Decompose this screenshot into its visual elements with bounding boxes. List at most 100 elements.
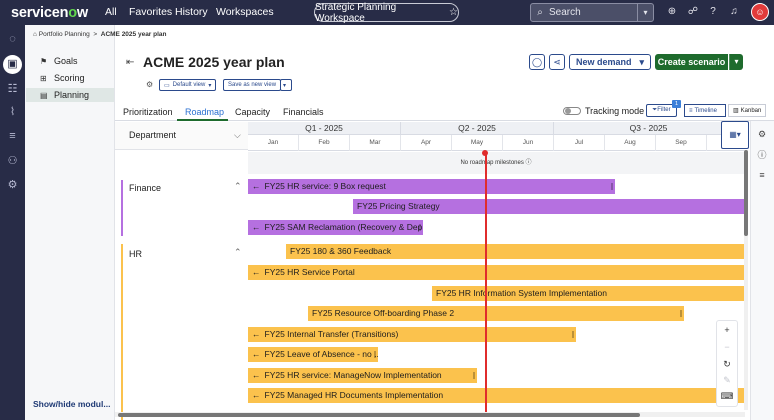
help-icon[interactable]: ? <box>707 6 719 18</box>
default-view-dropdown[interactable]: ▭ Default view ▾ <box>159 79 217 91</box>
tab-capacity[interactable]: Capacity <box>235 107 270 117</box>
chat-icon[interactable]: ☍ <box>687 6 699 18</box>
tab-roadmap[interactable]: Roadmap <box>185 107 224 117</box>
roadmap-bar[interactable]: FY25 Pricing Strategy <box>353 199 744 214</box>
timeline-view-button[interactable]: ≡ Timeline <box>684 104 726 117</box>
new-demand-label: New demand <box>575 57 632 67</box>
finance-group-stripe <box>121 180 123 236</box>
show-hide-modules-link[interactable]: Show/hide modul... <box>33 399 110 409</box>
menu-icon[interactable]: ≡ <box>757 170 767 180</box>
kanban-view-button[interactable]: ▥ Kanban <box>728 104 766 117</box>
arrow-left-icon: ← <box>252 370 261 380</box>
roadmap-bar[interactable]: FY25 180 & 360 Feedback <box>286 244 744 259</box>
tracking-mode-label: Tracking mode <box>585 106 645 116</box>
roadmap-bar[interactable]: ← FY25 Leave of Absence - no ... <box>248 347 378 362</box>
roadmap-bar[interactable]: FY25 Resource Off-boarding Phase 2 <box>308 306 684 321</box>
tracking-mode-toggle[interactable] <box>563 107 581 115</box>
info-icon[interactable]: ⓘ <box>526 160 532 166</box>
month-header: Jan <box>248 135 299 151</box>
nav-favorites[interactable]: Favorites <box>129 6 172 18</box>
workspace-pill[interactable]: Strategic Planning Workspace ☆ <box>314 2 459 24</box>
roadmap-bar[interactable]: ← FY25 HR service: 9 Box request <box>248 179 615 194</box>
chevron-up-icon[interactable]: ⌃ <box>234 247 242 258</box>
chevron-down-icon[interactable]: ⌵ <box>234 130 241 141</box>
settings-icon[interactable]: ⚙ <box>5 178 20 193</box>
resize-handle[interactable] <box>374 351 376 358</box>
share-button[interactable]: ⋖ <box>549 54 565 70</box>
month-header: Jun <box>503 135 554 151</box>
sidenav-item-label: Scoring <box>54 73 85 83</box>
plus-icon[interactable]: + <box>720 324 734 336</box>
breadcrumb-separator: > <box>93 31 98 38</box>
resize-handle[interactable] <box>473 372 475 379</box>
resize-handle[interactable] <box>680 310 682 317</box>
arrow-left-icon: ← <box>252 222 261 232</box>
roadmap-timeline[interactable]: Q1 - 2025 Q2 - 2025 Q3 - 2025 Jan Feb Ma… <box>248 122 744 412</box>
create-scenario-button[interactable]: Create scenario <box>655 54 728 70</box>
resize-handle[interactable] <box>611 183 613 190</box>
chevron-down-icon: ▾ <box>208 82 212 89</box>
user-avatar[interactable]: ☺ <box>751 3 769 21</box>
horizontal-scrollbar-thumb[interactable] <box>118 413 640 417</box>
create-scenario-dropdown[interactable]: ▾ <box>729 54 743 70</box>
globe-icon[interactable]: ⊕ <box>666 6 678 18</box>
kanban-icon: ▥ <box>733 108 739 114</box>
keyboard-icon[interactable]: ⌨ <box>720 390 734 402</box>
search-dropdown-icon[interactable]: ▾ <box>637 4 653 21</box>
roadmap-bar-label: FY25 HR service: 9 Box request <box>264 181 386 191</box>
breadcrumb-parent[interactable]: Portfolio Planning <box>39 31 90 38</box>
gear-icon[interactable]: ⚙ <box>757 129 767 139</box>
info-icon[interactable]: ⓘ <box>757 150 767 160</box>
roadmap-bar[interactable]: ← FY25 SAM Reclamation (Recovery & Dep... <box>248 220 423 235</box>
pen-icon[interactable]: ✎ <box>720 374 734 386</box>
resize-handle[interactable] <box>572 331 574 338</box>
chevron-up-icon[interactable]: ⌃ <box>234 181 242 192</box>
arrow-left-icon: ← <box>252 390 261 400</box>
save-view-dropdown[interactable]: ▾ <box>280 79 292 91</box>
sidenav-item-goals[interactable]: ⚑ Goals <box>26 54 114 68</box>
department-header-label: Department <box>129 130 177 140</box>
view-settings-icon[interactable]: ⚙ <box>146 80 156 90</box>
roadmap-bar[interactable]: FY25 HR Information System Implementatio… <box>432 286 744 301</box>
nav-all[interactable]: All <box>105 6 117 18</box>
tab-financials[interactable]: Financials <box>283 107 324 117</box>
star-icon[interactable]: ☆ <box>449 7 458 18</box>
lightbulb-icon[interactable]: ◌ <box>5 32 20 47</box>
sidenav-item-planning[interactable]: ▤ Planning <box>26 88 114 102</box>
comment-button[interactable]: ◯ <box>529 54 545 70</box>
roadmap-bar[interactable]: ← FY25 Internal Transfer (Transitions) <box>248 327 576 342</box>
quarter-header: Q3 - 2025 <box>554 122 744 134</box>
breadcrumb-home-icon[interactable]: ⌂ <box>33 31 37 38</box>
minus-icon[interactable]: − <box>720 341 734 353</box>
sidenav-item-scoring[interactable]: ⊞ Scoring <box>26 71 114 85</box>
reset-icon[interactable]: ↻ <box>720 358 734 370</box>
collapse-panel-icon[interactable]: ⇤ <box>126 57 134 68</box>
nav-history[interactable]: History <box>175 6 208 18</box>
save-as-new-view-button[interactable]: Save as new view <box>223 79 281 91</box>
milestones-row: No roadmap milestones ⓘ <box>248 152 744 174</box>
tab-prioritization[interactable]: Prioritization <box>123 107 173 117</box>
servicenow-logo[interactable]: servicenow <box>11 5 88 21</box>
arrow-left-icon: ← <box>252 267 261 277</box>
resize-handle[interactable] <box>419 224 421 231</box>
briefcase-icon[interactable]: ▣ <box>3 55 22 74</box>
hierarchy-icon[interactable]: ☷ <box>5 82 20 97</box>
roadmap-bar[interactable]: ← FY25 Managed HR Documents Implementatio… <box>248 388 744 403</box>
people-icon[interactable]: ⚇ <box>5 154 20 169</box>
nav-workspaces[interactable]: Workspaces <box>216 6 274 18</box>
list-icon[interactable]: ≡ <box>5 129 20 144</box>
roadmap-bar-label: FY25 Internal Transfer (Transitions) <box>264 329 399 339</box>
roadmap-bar[interactable]: ← FY25 HR service: ManageNow Implementati… <box>248 368 477 383</box>
vertical-scrollbar-thumb[interactable] <box>744 150 748 236</box>
global-search[interactable]: ⌕ Search ▾ <box>530 3 654 22</box>
group-label-hr: HR <box>129 249 142 259</box>
new-demand-button[interactable]: New demand ▾ <box>569 54 651 70</box>
notifications-icon[interactable]: ♫ <box>728 6 740 18</box>
month-header: May <box>452 135 503 151</box>
calendar-picker-button[interactable]: ▦▾ <box>721 121 749 149</box>
roadmap-bar[interactable]: ← FY25 HR Service Portal <box>248 265 744 280</box>
timeline-label: Timeline <box>694 107 717 114</box>
chart-icon[interactable]: ⌇ <box>5 105 20 120</box>
roadmap-bar-label: FY25 180 & 360 Feedback <box>290 246 392 256</box>
roadmap-bar-label: FY25 HR Service Portal <box>264 267 355 277</box>
